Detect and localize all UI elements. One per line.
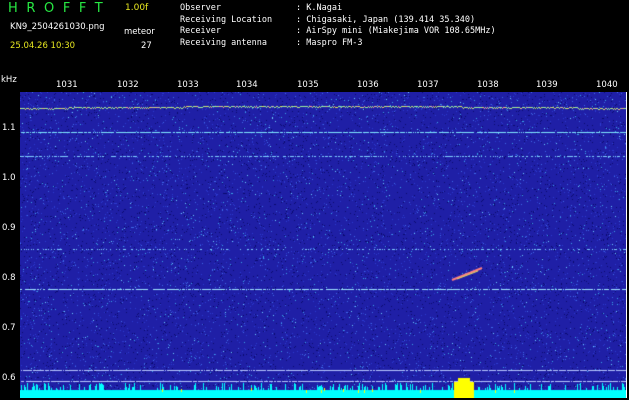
time-tick-label: 1035 (297, 80, 319, 90)
time-tick-label: 1033 (177, 80, 199, 90)
info-row-observer: Observer : K.Nagai (180, 3, 342, 15)
frequency-unit-label: kHz (1, 75, 17, 85)
time-tick-label: 1031 (56, 80, 78, 90)
observation-info: Observer : K.Nagai Receiving Location : … (180, 3, 496, 50)
frequency-tick-label: 1.1 (2, 123, 16, 133)
frequency-tick-label: 0.7 (2, 323, 16, 333)
spectrogram-canvas (20, 92, 626, 398)
frequency-tick-label: 1.0 (2, 173, 16, 183)
version-label: 1.00f (125, 3, 149, 13)
observation-datetime: 25.04.26 10:30 (10, 41, 76, 51)
time-tick-label: 1034 (236, 80, 258, 90)
time-tick-label: 1036 (357, 80, 379, 90)
spectrogram-waterfall (20, 92, 626, 398)
info-label: Receiving antenna (180, 37, 267, 48)
info-value: : AirSpy mini (Miakejima VOR 108.65MHz) (296, 26, 496, 36)
file-name: KN9_2504261030.png (10, 22, 105, 32)
frequency-tick-label: 0.6 (2, 373, 16, 383)
time-tick-label: 1032 (117, 80, 139, 90)
hrofft-window: HROFFT 1.00f KN9_2504261030.png meteor 2… (0, 0, 629, 400)
time-tick-label: 1037 (417, 80, 439, 90)
meteor-label: meteor (124, 27, 155, 37)
time-tick-label: 1038 (477, 80, 499, 90)
info-value: : K.Nagai (296, 3, 343, 13)
info-label: Receiving Location (180, 14, 273, 25)
frequency-tick-label: 0.8 (2, 273, 16, 283)
frequency-tick-label: 0.9 (2, 223, 16, 233)
info-value: : Chigasaki, Japan (139.414 35.340) (296, 14, 476, 25)
time-tick-label: 1039 (536, 80, 558, 90)
info-row-location: Receiving Location : Chigasaki, Japan (1… (180, 15, 475, 27)
meteor-count: 27 (141, 41, 152, 51)
info-value: : Maspro FM-3 (296, 37, 363, 48)
plot-right-border (626, 92, 627, 398)
info-row-antenna: Receiving antenna : Maspro FM-3 (180, 38, 363, 50)
info-label: Observer (180, 3, 221, 13)
info-label: Receiver (180, 26, 221, 36)
time-tick-label: 1040 (596, 80, 618, 90)
app-logo: HROFFT (8, 1, 112, 16)
info-row-receiver: Receiver : AirSpy mini (Miakejima VOR 10… (180, 26, 496, 38)
